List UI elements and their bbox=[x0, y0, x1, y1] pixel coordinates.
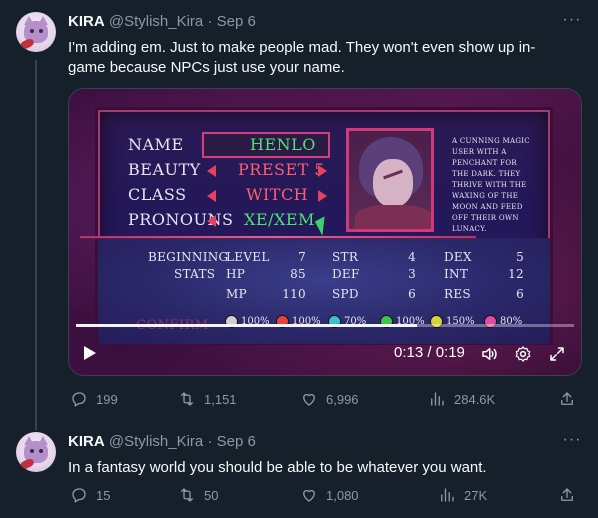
views-icon bbox=[441, 488, 454, 502]
stat-value: 3 bbox=[408, 267, 416, 281]
more-options-icon[interactable]: ··· bbox=[562, 10, 582, 30]
stat-label: RES bbox=[444, 287, 471, 301]
tweet-actions: 15 50 1,080 27K bbox=[68, 486, 582, 506]
tweet-date[interactable]: Sep 6 bbox=[217, 433, 256, 450]
avatar[interactable] bbox=[16, 12, 56, 52]
separator: · bbox=[207, 433, 213, 450]
stat-label: SPD bbox=[332, 287, 359, 301]
retweet-button[interactable]: 50 bbox=[178, 486, 218, 504]
tweet[interactable]: KIRA @Stylish_Kira · Sep 6 ··· I'm addin… bbox=[0, 0, 598, 430]
video-progress-fill bbox=[76, 324, 417, 327]
reply-icon bbox=[72, 488, 86, 503]
reply-count: 199 bbox=[96, 391, 118, 407]
stat-label: INT bbox=[444, 267, 469, 281]
stat-label: DEF bbox=[332, 267, 360, 281]
stat-value: 6 bbox=[408, 287, 416, 301]
tweet-header: KIRA @Stylish_Kira · Sep 6 bbox=[68, 433, 256, 450]
views-icon bbox=[431, 392, 444, 406]
tweet-header: KIRA @Stylish_Kira · Sep 6 bbox=[68, 13, 256, 30]
retweet-icon bbox=[181, 488, 193, 502]
thread-line bbox=[35, 60, 37, 430]
share-icon bbox=[561, 488, 573, 501]
stat-label: LEVEL bbox=[226, 250, 270, 264]
row-label-name: NAME bbox=[128, 135, 184, 154]
video-time: 0:13 / 0:19 bbox=[394, 344, 465, 361]
user-handle[interactable]: @Stylish_Kira bbox=[109, 13, 203, 30]
row-label-pronouns: PRONOUNS bbox=[128, 210, 234, 229]
stat-value: 4 bbox=[408, 250, 416, 264]
stat-value: 12 bbox=[508, 267, 524, 281]
stat-value: 7 bbox=[298, 250, 306, 264]
reply-count: 15 bbox=[96, 487, 111, 503]
row-label-beauty: BEAUTY bbox=[128, 160, 201, 179]
character-portrait bbox=[346, 128, 434, 232]
user-handle[interactable]: @Stylish_Kira bbox=[109, 433, 203, 450]
share-icon bbox=[561, 392, 573, 405]
views-count: 27K bbox=[464, 487, 488, 503]
display-name[interactable]: KIRA bbox=[68, 13, 105, 30]
row-value-name: HENLO bbox=[250, 135, 316, 154]
more-options-icon[interactable]: ··· bbox=[562, 430, 582, 450]
fullscreen-icon[interactable] bbox=[548, 345, 566, 363]
arrow-left-icon bbox=[207, 190, 216, 202]
heart-icon bbox=[303, 393, 315, 406]
stat-label: DEX bbox=[444, 250, 472, 264]
row-label-class: CLASS bbox=[128, 185, 187, 204]
reply-icon bbox=[72, 392, 86, 407]
stat-label: HP bbox=[226, 267, 246, 281]
share-button[interactable] bbox=[558, 486, 576, 504]
display-name[interactable]: KIRA bbox=[68, 433, 105, 450]
volume-icon[interactable] bbox=[480, 345, 498, 363]
arrow-right-icon bbox=[318, 165, 327, 177]
views-count: 284.6K bbox=[454, 391, 496, 407]
retweet-count: 50 bbox=[204, 487, 219, 503]
row-value-class: WITCH bbox=[246, 185, 309, 204]
stat-value: 85 bbox=[290, 267, 306, 281]
stat-label: MP bbox=[226, 287, 247, 301]
arrow-left-icon bbox=[207, 215, 216, 227]
tweet-date[interactable]: Sep 6 bbox=[217, 13, 256, 30]
like-count: 1,080 bbox=[326, 487, 359, 503]
separator: · bbox=[207, 13, 213, 30]
stat-label: STR bbox=[332, 250, 359, 264]
arrow-left-icon bbox=[207, 165, 216, 177]
reply-button[interactable]: 199 bbox=[70, 390, 118, 408]
row-value-pronouns: XE/XEM bbox=[244, 210, 315, 229]
stat-value: 6 bbox=[516, 287, 524, 301]
tweet[interactable]: KIRA @Stylish_Kira · Sep 6 ··· In a fant… bbox=[0, 424, 598, 518]
like-count: 6,996 bbox=[326, 391, 359, 407]
stats-title: STATS bbox=[174, 267, 216, 281]
arrow-right-icon bbox=[318, 190, 327, 202]
tweet-text: I'm adding em. Just to make people mad. … bbox=[68, 39, 536, 76]
like-button[interactable]: 1,080 bbox=[300, 486, 359, 504]
play-icon[interactable] bbox=[84, 346, 96, 360]
like-button[interactable]: 6,996 bbox=[300, 390, 359, 408]
character-bio: A CUNNING MAGIC USER WITH A PENCHANT FOR… bbox=[452, 137, 530, 233]
settings-gear-icon[interactable] bbox=[514, 345, 532, 363]
views-button[interactable]: 27K bbox=[438, 486, 487, 504]
stat-value: 5 bbox=[516, 250, 524, 264]
share-button[interactable] bbox=[558, 390, 576, 408]
tweet-actions: 199 1,151 6,996 284.6K bbox=[68, 390, 582, 410]
views-button[interactable]: 284.6K bbox=[428, 390, 495, 408]
reply-button[interactable]: 15 bbox=[70, 486, 110, 504]
stat-value: 110 bbox=[282, 287, 306, 301]
row-value-beauty: PRESET 5 bbox=[238, 160, 326, 179]
avatar[interactable] bbox=[16, 432, 56, 472]
video-progress-bar[interactable] bbox=[76, 324, 574, 327]
heart-icon bbox=[303, 489, 315, 502]
game-screen: NAME HENLO BEAUTY PRESET 5 CLASS WITCH P… bbox=[68, 88, 582, 376]
tweet-text: In a fantasy world you should be able to… bbox=[68, 459, 487, 476]
retweet-icon bbox=[181, 392, 193, 406]
retweet-count: 1,151 bbox=[204, 391, 237, 407]
stats-title: BEGINNING bbox=[148, 250, 229, 264]
retweet-button[interactable]: 1,151 bbox=[178, 390, 237, 408]
